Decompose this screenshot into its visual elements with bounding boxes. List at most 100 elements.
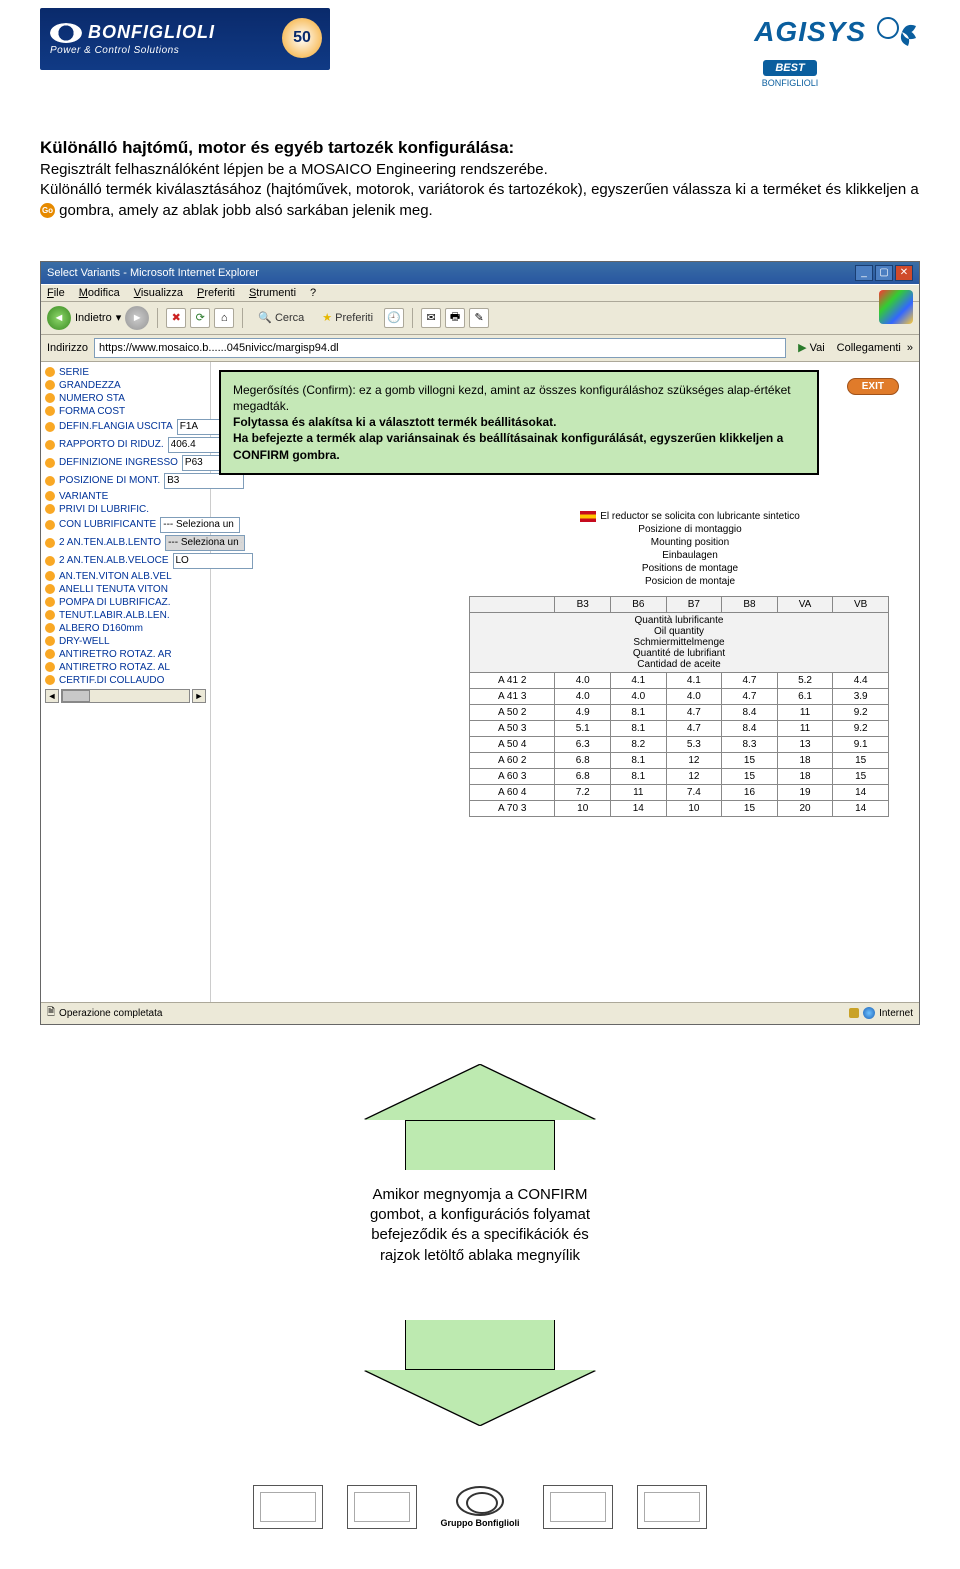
address-input[interactable]	[94, 338, 786, 358]
table-cell: 8.1	[611, 704, 667, 720]
toolbar: ◄ Indietro ▾ ► ✖ ⟳ ⌂ 🔍Cerca ★Preferiti 🕘…	[41, 301, 919, 335]
pos-de: Einbaulagen	[469, 549, 911, 562]
table-cell: 12	[666, 768, 722, 784]
table-cell: 4.0	[555, 672, 611, 688]
sb-conlub: CON LUBRIFICANTE	[59, 519, 156, 530]
qty-it: Quantità lubrificante	[476, 615, 882, 626]
table-cell: 15	[833, 768, 889, 784]
th-vb: VB	[833, 596, 889, 612]
bullet-icon	[45, 649, 55, 659]
home-button[interactable]: ⌂	[214, 308, 234, 328]
table-cell: 10	[666, 800, 722, 816]
gearbox-icon-4	[637, 1485, 707, 1529]
minimize-button[interactable]: _	[855, 265, 873, 281]
agisys-logo: AGISYS BEST BONFIGLIOLI	[660, 8, 920, 88]
table-cell: 7.4	[666, 784, 722, 800]
status-text: Operazione completata	[59, 1008, 162, 1019]
table-cell: 6.1	[777, 688, 833, 704]
links-expand-icon[interactable]: »	[907, 342, 913, 354]
bullet-icon	[45, 538, 55, 548]
table-cell: A 60 2	[470, 752, 555, 768]
sb-antiretro-al: ANTIRETRO ROTAZ. AL	[59, 662, 170, 673]
close-button[interactable]: ✕	[895, 265, 913, 281]
pos-es: Posicion de montaje	[469, 575, 911, 588]
favorites-button[interactable]: ★Preferiti	[315, 308, 380, 327]
table-cell: 11	[777, 704, 833, 720]
bonfiglioli-logo: BONFIGLIOLI Power & Control Solutions 50	[40, 8, 330, 70]
table-cell: A 70 3	[470, 800, 555, 816]
menu-modifica[interactable]: Modifica	[79, 287, 120, 299]
menu-help[interactable]: ?	[310, 287, 316, 299]
search-button[interactable]: 🔍Cerca	[251, 308, 311, 327]
bonfiglioli-brand-text: BONFIGLIOLI	[88, 22, 215, 43]
bullet-icon	[45, 636, 55, 646]
bullet-icon	[45, 367, 55, 377]
bonfiglioli-tagline: Power & Control Solutions	[50, 45, 320, 56]
knot-icon	[50, 23, 82, 43]
refresh-button[interactable]: ⟳	[190, 308, 210, 328]
sb-variante: VARIANTE	[59, 491, 108, 502]
table-cell: 9.1	[833, 736, 889, 752]
qty-fr: Quantité de lubrifiant	[476, 648, 882, 659]
table-cell: 8.1	[611, 720, 667, 736]
maximize-button[interactable]: ▢	[875, 265, 893, 281]
exit-button[interactable]: EXIT	[847, 378, 899, 395]
sb-forma-cost: FORMA COST	[59, 406, 125, 417]
links-label[interactable]: Collegamenti	[837, 342, 901, 354]
pos-fr: Positions de montage	[469, 562, 911, 575]
scroll-right-button[interactable]: ►	[192, 689, 206, 703]
table-cell: 5.2	[777, 672, 833, 688]
table-cell: 19	[777, 784, 833, 800]
page-header: BONFIGLIOLI Power & Control Solutions 50…	[40, 0, 920, 88]
sb-numero-sta: NUMERO STA	[59, 393, 125, 404]
stop-button[interactable]: ✖	[166, 308, 186, 328]
menu-strumenti[interactable]: Strumenti	[249, 287, 296, 299]
menu-preferiti[interactable]: Preferiti	[197, 287, 235, 299]
address-bar: Indirizzo ▶Vai Collegamenti »	[41, 335, 919, 362]
bullet-icon	[45, 380, 55, 390]
table-cell: 4.7	[722, 688, 778, 704]
bullet-icon	[45, 623, 55, 633]
bullet-icon	[45, 520, 55, 530]
table-cell: 5.3	[666, 736, 722, 752]
print-button[interactable]: 🖶	[445, 308, 465, 328]
forward-button[interactable]: ►	[125, 306, 149, 330]
sidebar-hscroll[interactable]: ◄ ►	[41, 687, 210, 705]
go-button[interactable]: ▶Vai	[792, 340, 831, 355]
scroll-left-button[interactable]: ◄	[45, 689, 59, 703]
table-cell: 7.2	[555, 784, 611, 800]
scroll-thumb[interactable]	[62, 690, 90, 702]
menu-visualizza[interactable]: Visualizza	[134, 287, 183, 299]
bullet-icon	[45, 458, 55, 468]
qty-es: Cantidad de aceite	[476, 659, 882, 670]
sb-rapporto: RAPPORTO DI RIDUZ.	[59, 439, 164, 450]
table-cell: A 50 4	[470, 736, 555, 752]
edit-button[interactable]: ✎	[469, 308, 489, 328]
table-cell: A 60 3	[470, 768, 555, 784]
best-sub: BONFIGLIOLI	[660, 78, 920, 88]
bullet-icon	[45, 662, 55, 672]
done-icon: 🗎	[47, 1005, 55, 1022]
scroll-track[interactable]	[61, 689, 190, 703]
sb-anlento: 2 AN.TEN.ALB.LENTO	[59, 537, 161, 548]
section-title: Különálló hajtómű, motor és egyéb tartoz…	[40, 138, 920, 158]
table-head-row: B3 B6 B7 B8 VA VB	[470, 596, 889, 612]
arrow-text: Amikor megnyomja a CONFIRM gombot, a kon…	[330, 1185, 630, 1266]
table-cell: 6.8	[555, 768, 611, 784]
th-b3: B3	[555, 596, 611, 612]
table-cell: 13	[777, 736, 833, 752]
table-cell: 15	[833, 752, 889, 768]
back-button[interactable]: ◄	[47, 306, 71, 330]
spain-flag-icon	[580, 511, 596, 522]
menu-file[interactable]: FFileile	[47, 287, 65, 299]
sb-certif: CERTIF.DI COLLAUDO	[59, 675, 164, 686]
th-b7: B7	[666, 596, 722, 612]
history-button[interactable]: 🕘	[384, 308, 404, 328]
sb-tenut: TENUT.LABIR.ALB.LEN.	[59, 610, 170, 621]
bullet-icon	[45, 491, 55, 501]
sb-anveloce: 2 AN.TEN.ALB.VELOCE	[59, 555, 169, 566]
bullet-icon	[45, 556, 55, 566]
toolbar-sep2	[242, 308, 243, 328]
back-dropdown-icon[interactable]: ▾	[116, 311, 122, 324]
mail-button[interactable]: ✉	[421, 308, 441, 328]
